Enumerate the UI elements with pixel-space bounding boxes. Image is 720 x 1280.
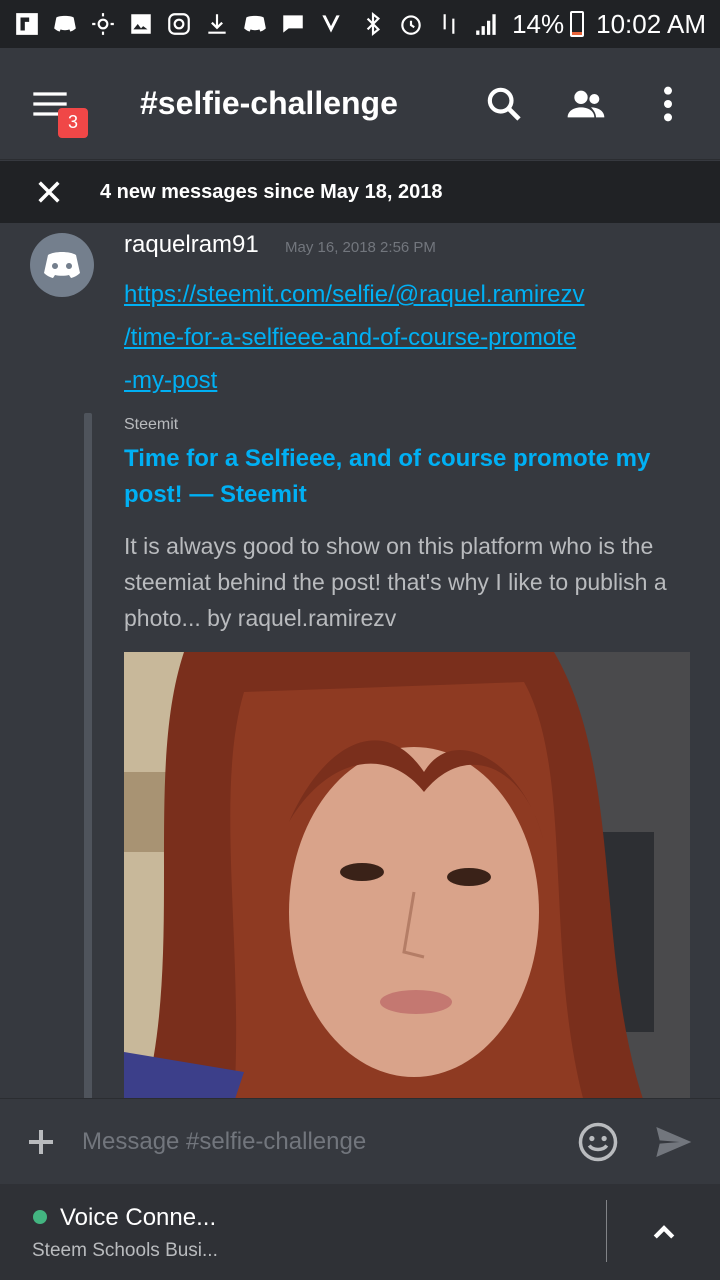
channel-title: #selfie-challenge bbox=[140, 85, 398, 121]
message-input[interactable] bbox=[80, 1110, 564, 1173]
send-button[interactable] bbox=[650, 1120, 696, 1164]
new-messages-banner[interactable]: 4 new messages since May 18, 2018 bbox=[0, 161, 720, 223]
embed-title-link[interactable]: Time for a Selfieee, and of course promo… bbox=[124, 441, 694, 513]
flipboard-icon bbox=[14, 11, 40, 37]
embed-description: It is always good to show on this platfo… bbox=[124, 533, 667, 631]
divider bbox=[606, 1200, 607, 1262]
chat-icon bbox=[280, 11, 306, 37]
search-button[interactable] bbox=[482, 82, 526, 126]
battery-indicator: 14% bbox=[512, 8, 585, 40]
smiley-icon bbox=[578, 1122, 618, 1161]
link-line[interactable]: /time-for-a-selfieee-and-of-course-promo… bbox=[124, 316, 684, 359]
message-list[interactable]: raquelram91 May 16, 2018 2:56 PM https:/… bbox=[0, 223, 720, 1098]
download-icon bbox=[204, 11, 230, 37]
4g-lte-icon bbox=[436, 11, 462, 37]
more-options-button[interactable] bbox=[646, 82, 690, 126]
new-messages-text: 4 new messages since May 18, 2018 bbox=[100, 180, 443, 203]
send-icon bbox=[656, 1126, 692, 1157]
instagram-icon bbox=[166, 11, 192, 37]
close-icon bbox=[38, 181, 60, 203]
battery-percent: 14% bbox=[512, 8, 565, 39]
clock: 10:02 AM bbox=[596, 8, 706, 39]
chevron-up-icon bbox=[653, 1225, 675, 1239]
dismiss-banner-button[interactable] bbox=[34, 177, 64, 207]
link-line[interactable]: -my-post bbox=[124, 359, 684, 402]
bluetooth-icon bbox=[360, 11, 386, 37]
voice-status-dot bbox=[33, 1210, 47, 1224]
voice-connection-bar[interactable]: Voice Conne... Steem Schools Busi... bbox=[0, 1184, 720, 1280]
voice-status-title: Voice Conne... bbox=[60, 1204, 217, 1231]
embed-accent-bar bbox=[84, 413, 92, 1098]
unread-badge: 3 bbox=[58, 107, 88, 138]
signal-icon bbox=[474, 11, 500, 37]
embed-provider: Steemit bbox=[124, 416, 179, 433]
link-line[interactable]: https://steemit.com/selfie/@raquel.ramir… bbox=[124, 273, 684, 316]
status-bar: 14% 10:02 AM bbox=[0, 0, 720, 48]
avatar[interactable] bbox=[30, 233, 94, 297]
emoji-button[interactable] bbox=[576, 1120, 620, 1164]
weather-icon bbox=[90, 11, 116, 37]
plus-icon bbox=[29, 1129, 53, 1154]
discord-icon bbox=[52, 11, 78, 37]
battery-icon bbox=[570, 11, 585, 37]
members-icon bbox=[567, 90, 605, 117]
system-status: 14% 10:02 AM bbox=[360, 9, 706, 40]
menu-button[interactable]: 3 bbox=[30, 84, 88, 138]
message-timestamp: May 16, 2018 2:56 PM bbox=[285, 239, 436, 256]
image-icon bbox=[128, 11, 154, 37]
search-icon bbox=[487, 87, 521, 121]
discord-logo-icon bbox=[44, 252, 80, 278]
channel-header: 3 #selfie-challenge bbox=[0, 48, 720, 160]
more-vertical-icon bbox=[664, 86, 672, 121]
message-author[interactable]: raquelram91 bbox=[124, 231, 259, 259]
check-icon bbox=[318, 11, 344, 37]
expand-voice-button[interactable] bbox=[646, 1214, 682, 1250]
selfie-photo bbox=[124, 652, 690, 1098]
message-composer bbox=[0, 1098, 720, 1184]
message-link[interactable]: https://steemit.com/selfie/@raquel.ramir… bbox=[124, 273, 684, 402]
discord-icon bbox=[242, 11, 268, 37]
notification-icons bbox=[14, 11, 344, 37]
members-button[interactable] bbox=[564, 82, 608, 126]
attach-button[interactable] bbox=[24, 1125, 58, 1159]
alarm-icon bbox=[398, 11, 424, 37]
voice-channel-name: Steem Schools Busi... bbox=[32, 1240, 218, 1261]
embed-image[interactable] bbox=[124, 652, 690, 1098]
